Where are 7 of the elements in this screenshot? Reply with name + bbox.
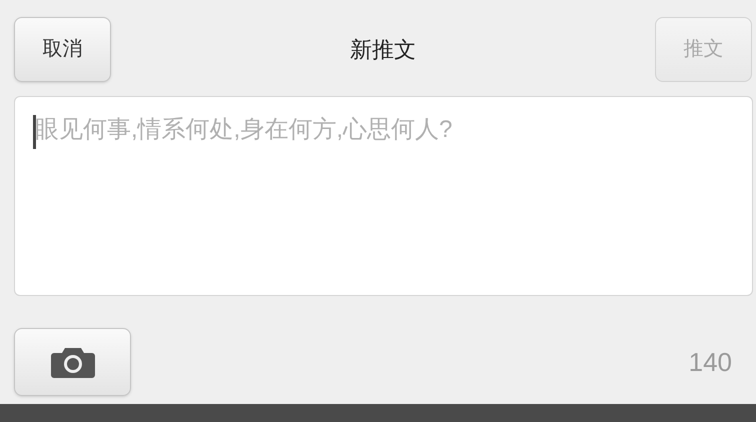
character-counter: 140 [688,346,732,378]
text-caret [33,115,36,149]
tweet-input-field[interactable]: 眼见何事,情系何处,身在何方,心思何人? [14,96,753,296]
screen-title: 新推文 [350,36,416,64]
camera-button[interactable] [14,328,131,396]
camera-icon [50,345,96,379]
cancel-button[interactable]: 取消 [14,16,111,82]
